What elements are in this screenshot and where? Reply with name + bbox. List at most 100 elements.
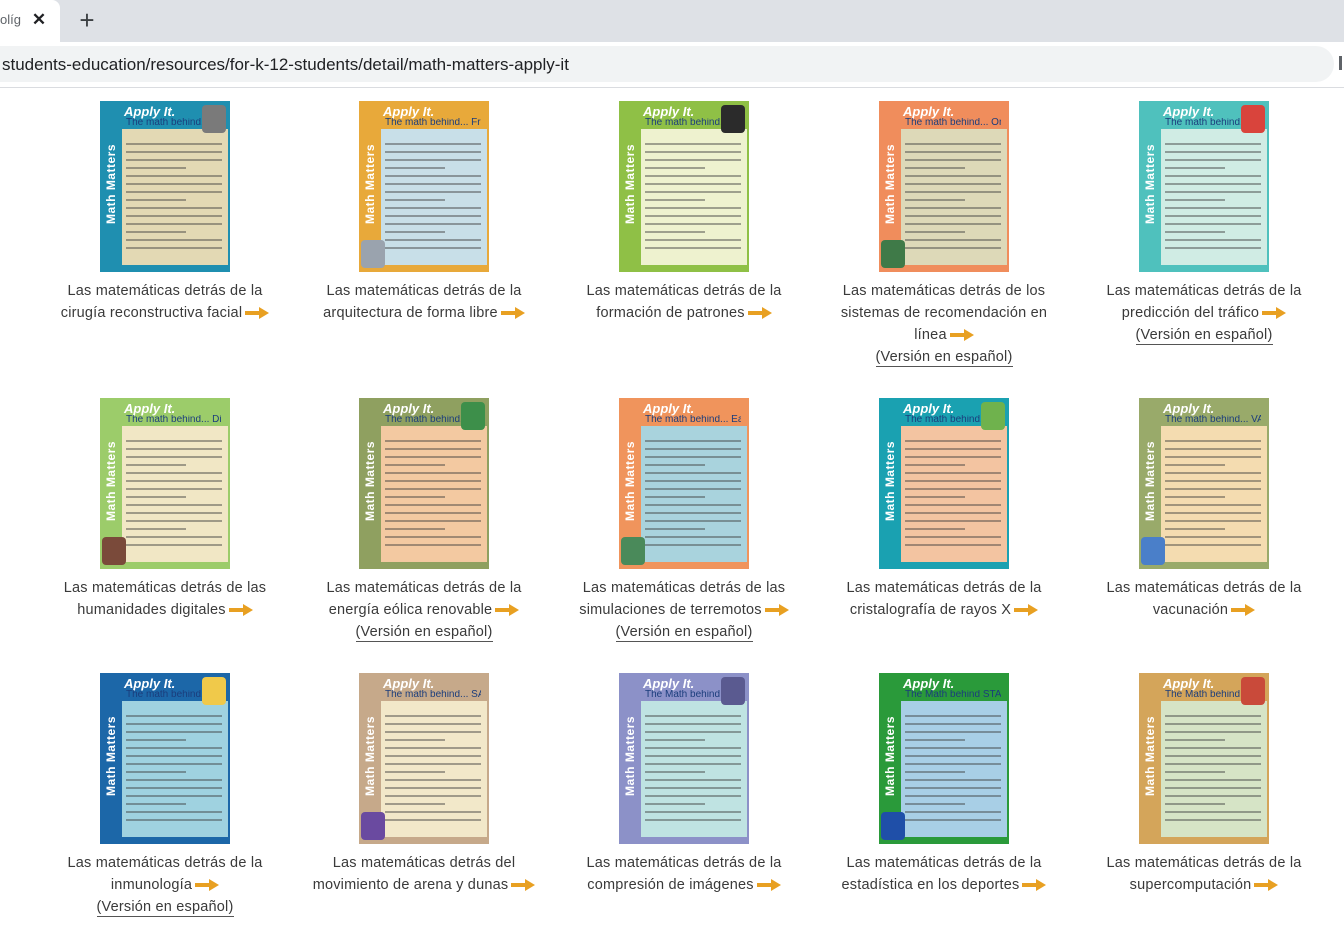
poster-text-line xyxy=(126,536,222,538)
card-caption[interactable]: Las matemáticas detrás de la cirugía reco… xyxy=(35,280,295,324)
poster-text-line xyxy=(385,199,445,201)
card-caption[interactable]: Las matemáticas detrás de las humanidades… xyxy=(35,577,295,621)
poster-body-panel xyxy=(381,701,487,837)
poster-text-line xyxy=(1165,504,1261,506)
caption-line: Las matemáticas detrás de la xyxy=(1106,580,1302,596)
caption-line: estadística en los deportes xyxy=(841,877,1020,893)
card-caption[interactable]: Las matemáticas detrás del movimiento de … xyxy=(294,852,554,896)
card-caption[interactable]: Las matemáticas detrás de la energía eóli… xyxy=(294,577,554,643)
arrow-right-icon[interactable] xyxy=(1022,879,1047,892)
card-caption[interactable]: Las matemáticas detrás de la supercomputa… xyxy=(1074,852,1334,896)
poster-text-line xyxy=(126,215,222,217)
poster-text-line xyxy=(1165,763,1261,765)
card-caption[interactable]: Las matemáticas detrás de la predicción d… xyxy=(1074,280,1334,346)
poster-text-line xyxy=(126,520,222,522)
poster-text-line xyxy=(645,544,741,546)
card-caption[interactable]: Las matemáticas detrás de la arquitectura… xyxy=(294,280,554,324)
poster-text-line xyxy=(385,544,481,546)
arrow-right-icon[interactable] xyxy=(1262,307,1287,320)
poster-text-line xyxy=(385,520,481,522)
poster-apply-heading: Apply It. xyxy=(124,676,176,691)
spanish-version-link[interactable]: (Versión en español) xyxy=(875,349,1013,367)
poster-text-line xyxy=(385,731,481,733)
spanish-version-link[interactable]: (Versión en español) xyxy=(1135,327,1273,345)
poster-apply-heading: Apply It. xyxy=(643,104,695,119)
arrow-right-icon[interactable] xyxy=(1231,604,1256,617)
arrow-right-icon[interactable] xyxy=(747,307,772,320)
poster-text-line xyxy=(126,811,222,813)
poster-text-line xyxy=(905,167,965,169)
poster-illustration-icon xyxy=(361,240,385,268)
close-tab-icon[interactable]: ✕ xyxy=(31,10,47,30)
poster-text-line xyxy=(385,819,481,821)
poster-thumbnail[interactable]: Math Matters Apply It. The math behind... … xyxy=(100,673,230,844)
arrow-right-icon[interactable] xyxy=(195,879,220,892)
poster-illustration-icon xyxy=(361,812,385,840)
arrow-right-icon[interactable] xyxy=(756,879,781,892)
arrow-right-icon[interactable] xyxy=(245,307,270,320)
poster-thumbnail[interactable]: Math Matters Apply It. The math behind... … xyxy=(1139,398,1269,569)
spanish-version-link[interactable]: (Versión en español) xyxy=(355,624,493,642)
poster-text-line xyxy=(385,231,445,233)
poster-thumbnail[interactable]: Math Matters Apply It. The math behind... … xyxy=(100,101,230,272)
arrow-right-icon[interactable] xyxy=(1014,604,1039,617)
card-caption[interactable]: Las matemáticas detrás de la inmunología (… xyxy=(35,852,295,918)
poster-side-strip: Math Matters xyxy=(879,398,901,569)
new-tab-icon[interactable]: + xyxy=(74,6,100,34)
poster-thumbnail[interactable]: Math MattersApply It.The Math behind SUP… xyxy=(1139,673,1269,844)
poster-text-line xyxy=(126,819,222,821)
poster-text-line xyxy=(1165,747,1261,749)
poster-text-line xyxy=(645,755,741,757)
caption-line: sistemas de recomendación en xyxy=(840,305,1048,321)
poster-text-line xyxy=(645,715,741,717)
poster-thumbnail[interactable]: Math Matters Apply It. The math behind... … xyxy=(359,673,489,844)
poster-text-line xyxy=(126,755,222,757)
poster-body-panel xyxy=(1161,426,1267,562)
arrow-right-icon[interactable] xyxy=(511,879,536,892)
poster-thumbnail[interactable]: Math Matters Apply It. The math behind... … xyxy=(100,398,230,569)
active-tab[interactable]: olíg ✕ xyxy=(0,0,60,42)
spanish-version-link[interactable]: (Versión en español) xyxy=(615,624,753,642)
caption-line: movimiento de arena y dunas xyxy=(312,877,509,893)
poster-text-line xyxy=(385,811,481,813)
extension-icon[interactable] xyxy=(1339,56,1342,70)
arrow-right-icon[interactable] xyxy=(495,604,520,617)
poster-thumbnail[interactable]: Math Matters Apply It. The math behind... … xyxy=(359,398,489,569)
resource-card: Math Matters Apply It. The math behind... … xyxy=(554,398,814,643)
poster-text-line xyxy=(1165,536,1261,538)
address-bar[interactable]: students-education/resources/for-k-12-st… xyxy=(0,46,1334,82)
spanish-version-link[interactable]: (Versión en español) xyxy=(96,899,234,917)
poster-text-line xyxy=(385,715,481,717)
poster-text-line xyxy=(905,739,965,741)
poster-text-line xyxy=(645,199,705,201)
poster-thumbnail[interactable]: Math Matters Apply It. The math behind... … xyxy=(879,101,1009,272)
poster-text-line xyxy=(1165,239,1261,241)
poster-text-line xyxy=(645,159,741,161)
card-caption[interactable]: Las matemáticas detrás de la estadística … xyxy=(814,852,1074,896)
poster-thumbnail[interactable]: Math Matters Apply It. The math behind... … xyxy=(619,101,749,272)
poster-thumbnail[interactable]: Math Matters Apply It. The math behind... … xyxy=(879,398,1009,569)
poster-text-line xyxy=(126,472,222,474)
poster-text-line xyxy=(1165,811,1261,813)
poster-text-line xyxy=(126,448,222,450)
arrow-right-icon[interactable] xyxy=(764,604,789,617)
poster-text-line xyxy=(645,215,741,217)
card-caption[interactable]: Las matemáticas detrás de la vacunación xyxy=(1074,577,1334,621)
card-caption[interactable]: Las matemáticas detrás de la cristalograf… xyxy=(814,577,1074,621)
poster-thumbnail[interactable]: Math Matters Apply It. The Math behind STA… xyxy=(879,673,1009,844)
arrow-right-icon[interactable] xyxy=(1254,879,1279,892)
card-caption[interactable]: Las matemáticas detrás de las simulacione… xyxy=(554,577,814,643)
poster-thumbnail[interactable]: Math MattersApply It.The Math behind IMA… xyxy=(619,673,749,844)
poster-thumbnail[interactable]: Math Matters Apply It. The math behind... … xyxy=(1139,101,1269,272)
card-caption[interactable]: Las matemáticas detrás de la compresión d… xyxy=(554,852,814,896)
arrow-right-icon[interactable] xyxy=(500,307,525,320)
poster-text-line xyxy=(1165,528,1225,530)
arrow-right-icon[interactable] xyxy=(228,604,253,617)
poster-side-strip: Math Matters xyxy=(619,101,641,272)
card-caption[interactable]: Las matemáticas detrás de la formación de… xyxy=(554,280,814,324)
poster-thumbnail[interactable]: Math Matters Apply It. The math behind... … xyxy=(619,398,749,569)
poster-apply-heading: Apply It. xyxy=(903,676,955,691)
poster-thumbnail[interactable]: Math Matters Apply It. The math behind... … xyxy=(359,101,489,272)
card-caption[interactable]: Las matemáticas detrás de los sistemas de… xyxy=(814,280,1074,368)
arrow-right-icon[interactable] xyxy=(949,329,974,342)
